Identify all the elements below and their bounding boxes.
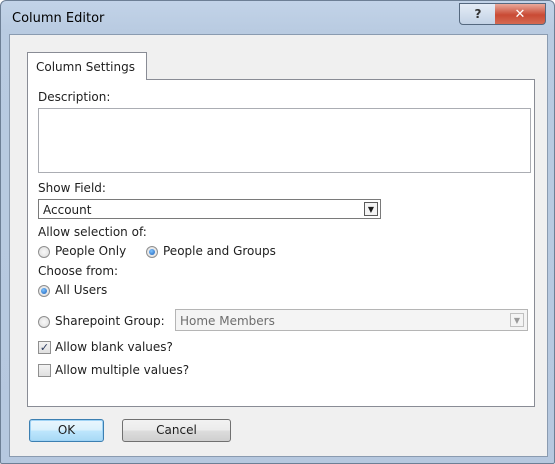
chevron-down-icon[interactable]: ▼ [510, 313, 524, 327]
sharepoint-group-select[interactable]: Home Members ▼ [175, 309, 528, 331]
help-button[interactable]: ? [459, 3, 497, 25]
show-field-value: Account [43, 203, 92, 217]
description-input[interactable] [38, 108, 531, 173]
allow-multiple-checkbox[interactable] [38, 364, 51, 377]
close-button[interactable]: ✕ [495, 3, 546, 25]
column-editor-dialog: Column Editor ? ✕ Column Settings Descri… [0, 0, 555, 464]
sharepoint-group-radio[interactable] [38, 316, 50, 328]
tab-column-settings[interactable]: Column Settings [27, 52, 147, 80]
allow-blank-label[interactable]: Allow blank values? [55, 340, 173, 354]
allow-blank-checkbox[interactable]: ✓ [38, 341, 51, 354]
close-icon: ✕ [514, 6, 526, 22]
people-and-groups-radio[interactable] [146, 246, 158, 258]
allow-multiple-label[interactable]: Allow multiple values? [55, 363, 189, 377]
column-settings-panel: Description: Show Field: Account ▼ Allow… [27, 79, 535, 407]
title-bar[interactable]: Column Editor ? ✕ [1, 1, 554, 35]
show-field-label: Show Field: [38, 181, 106, 195]
allow-selection-label: Allow selection of: [38, 225, 147, 239]
chevron-down-icon[interactable]: ▼ [364, 202, 378, 216]
description-label: Description: [38, 90, 111, 104]
people-and-groups-label[interactable]: People and Groups [163, 244, 276, 258]
choose-from-label: Choose from: [38, 264, 119, 278]
sharepoint-group-value: Home Members [180, 314, 275, 328]
dialog-title: Column Editor [12, 11, 105, 26]
people-only-label[interactable]: People Only [55, 244, 126, 258]
all-users-label[interactable]: All Users [55, 283, 107, 297]
all-users-radio[interactable] [38, 285, 50, 297]
dialog-body: Column Settings Description: Show Field:… [9, 34, 548, 457]
cancel-button[interactable]: Cancel [122, 419, 231, 442]
sharepoint-group-label[interactable]: Sharepoint Group: [55, 314, 165, 328]
show-field-select[interactable]: Account ▼ [38, 199, 381, 219]
help-icon: ? [474, 7, 482, 21]
people-only-radio[interactable] [38, 246, 50, 258]
ok-button[interactable]: OK [29, 419, 104, 442]
